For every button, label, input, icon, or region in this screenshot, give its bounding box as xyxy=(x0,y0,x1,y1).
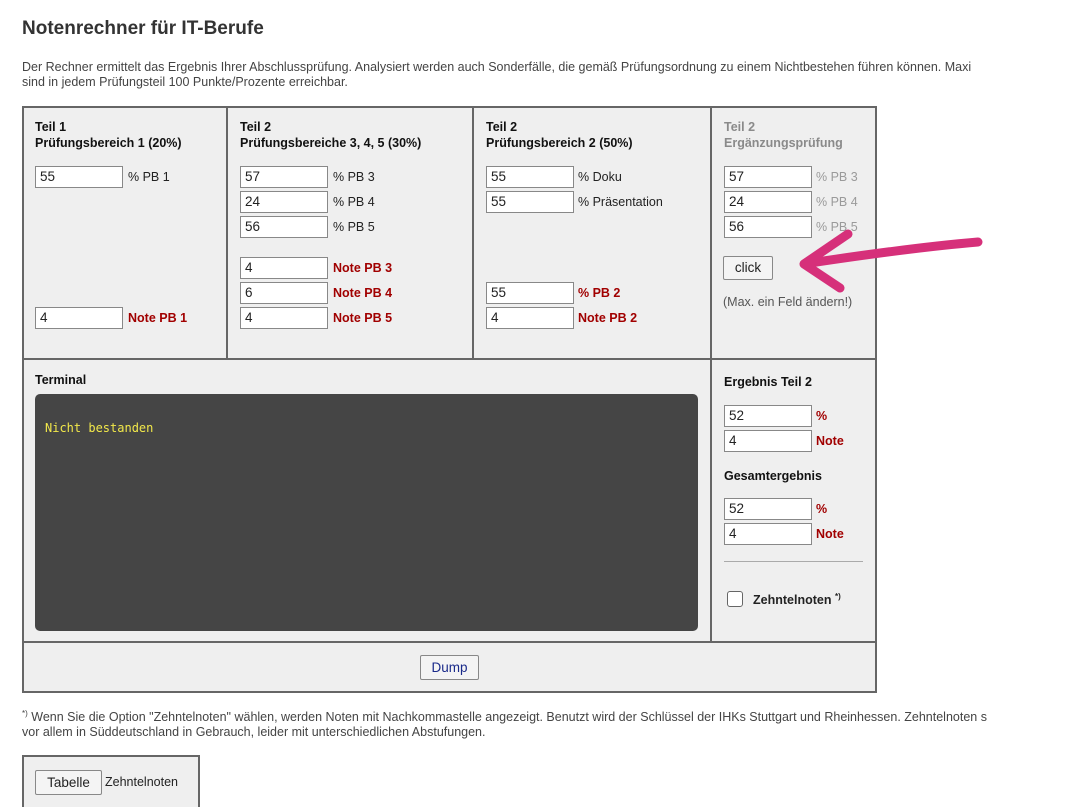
note-pb2-input[interactable]: 4 xyxy=(486,307,574,329)
gesamt-percent-input[interactable]: 52 xyxy=(724,498,812,520)
pb3-percent-label: % PB 3 xyxy=(333,170,375,184)
pb3-percent-input[interactable]: 57 xyxy=(240,166,328,188)
praesentation-percent-label: % Präsentation xyxy=(578,195,663,209)
click-button[interactable]: click xyxy=(723,256,773,280)
ergaenzung-pb3-label: % PB 3 xyxy=(816,170,858,184)
pb1-percent-input[interactable]: 55 xyxy=(35,166,123,188)
note-pb3-label: Note PB 3 xyxy=(333,261,393,275)
note-pb5-label: Note PB 5 xyxy=(333,311,393,325)
pb4-percent-label: % PB 4 xyxy=(333,195,375,209)
pb1-percent-label: % PB 1 xyxy=(128,170,170,184)
teil1-heading: Teil 1 Prüfungsbereich 1 (20%) xyxy=(35,120,182,150)
separator xyxy=(724,561,863,562)
ergebnis-teil2-percent-input[interactable]: 52 xyxy=(724,405,812,427)
pb2-percent-input[interactable]: 55 xyxy=(486,282,574,304)
footnote-line-2: vor allem in Süddeutschland in Gebrauch,… xyxy=(22,725,486,739)
note-pb4-input[interactable]: 6 xyxy=(240,282,328,304)
teil2-pb345-heading: Teil 2 Prüfungsbereiche 3, 4, 5 (30%) xyxy=(240,120,422,150)
footnote-line-1: *) Wenn Sie die Option "Zehntelnoten" wä… xyxy=(22,710,987,724)
note-pb1-label: Note PB 1 xyxy=(128,311,188,325)
gesamt-percent-label: % xyxy=(816,502,828,516)
gesamtergebnis-heading: Gesamtergebnis xyxy=(724,469,822,483)
terminal-heading: Terminal xyxy=(35,373,87,387)
ergaenzung-pb4-label: % PB 4 xyxy=(816,195,858,209)
terminal-text: Nicht bestanden xyxy=(45,421,154,435)
footnote: *) Wenn Sie die Option "Zehntelnoten" wä… xyxy=(22,710,1080,740)
dump-button[interactable]: Dump xyxy=(420,655,479,680)
annotation-arrow-icon xyxy=(799,229,983,293)
note-pb4-label: Note PB 4 xyxy=(333,286,393,300)
note-pb5-input[interactable]: 4 xyxy=(240,307,328,329)
ergaenzung-pb4-input[interactable]: 24 xyxy=(724,191,812,213)
note-pb2-label: Note PB 2 xyxy=(578,311,638,325)
ergaenzung-pb3-input[interactable]: 57 xyxy=(724,166,812,188)
intro-line-1: Der Rechner ermittelt das Ergebnis Ihrer… xyxy=(22,60,972,74)
ergebnis-teil2-note-label: Note xyxy=(816,434,844,448)
ergaenzung-heading: Teil 2 Ergänzungsprüfung xyxy=(724,120,843,150)
praesentation-percent-input[interactable]: 55 xyxy=(486,191,574,213)
ergebnis-teil2-heading: Ergebnis Teil 2 xyxy=(724,375,812,389)
doku-percent-label: % Doku xyxy=(578,170,622,184)
zehntelnoten-checkbox[interactable] xyxy=(727,591,743,607)
tabelle-button[interactable]: Tabelle xyxy=(35,770,102,795)
divider xyxy=(22,641,877,643)
intro-text: Der Rechner ermittelt das Ergebnis Ihrer… xyxy=(22,60,1080,90)
tabelle-text: Zehntelnoten xyxy=(105,775,178,789)
ergebnis-teil2-note-input[interactable]: 4 xyxy=(724,430,812,452)
intro-line-2: sind in jedem Prüfungsteil 100 Punkte/Pr… xyxy=(22,75,348,89)
divider xyxy=(226,106,228,358)
divider xyxy=(472,106,474,358)
teil2-pb2-heading: Teil 2 Prüfungsbereich 2 (50%) xyxy=(486,120,633,150)
pb4-percent-input[interactable]: 24 xyxy=(240,191,328,213)
page-title: Notenrechner für IT-Berufe xyxy=(22,18,264,39)
ergebnis-teil2-percent-label: % xyxy=(816,409,828,423)
zehntelnoten-label: Zehntelnoten *) xyxy=(753,591,841,607)
terminal-output: Nicht bestanden xyxy=(35,394,698,631)
pb5-percent-input[interactable]: 56 xyxy=(240,216,328,238)
divider xyxy=(22,358,877,360)
doku-percent-input[interactable]: 55 xyxy=(486,166,574,188)
note-pb1-input[interactable]: 4 xyxy=(35,307,123,329)
pb2-percent-label: % PB 2 xyxy=(578,286,621,300)
divider xyxy=(710,106,712,642)
gesamt-note-input[interactable]: 4 xyxy=(724,523,812,545)
gesamt-note-label: Note xyxy=(816,527,844,541)
pb5-percent-label: % PB 5 xyxy=(333,220,375,234)
note-pb3-input[interactable]: 4 xyxy=(240,257,328,279)
